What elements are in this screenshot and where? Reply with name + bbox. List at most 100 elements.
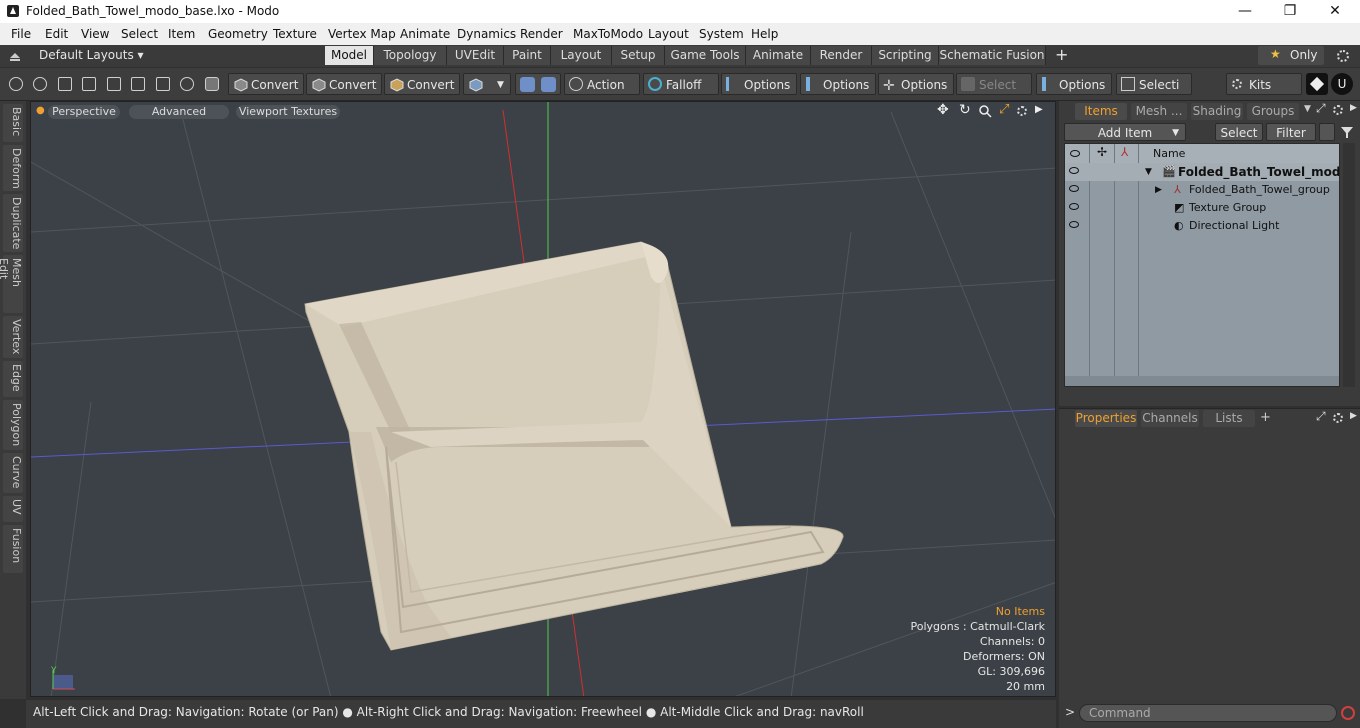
close-button[interactable]: ✕ bbox=[1312, 0, 1358, 23]
menu-select[interactable]: Select bbox=[121, 27, 158, 41]
selection-sets-button[interactable]: Selecti ... bbox=[1116, 73, 1192, 114]
tab-uvedit[interactable]: UVEdit bbox=[447, 46, 504, 65]
visibility-eye-icon[interactable] bbox=[1069, 167, 1079, 174]
sphere-select-icon[interactable] bbox=[33, 77, 47, 91]
material-mode-icon[interactable] bbox=[156, 77, 170, 91]
advanced-shading-button[interactable]: Advanced bbox=[129, 105, 229, 119]
tab-lists[interactable]: Lists bbox=[1203, 410, 1255, 427]
visibility-eye-icon[interactable] bbox=[1069, 185, 1079, 192]
options-button-4[interactable]: Options bbox=[1036, 73, 1112, 95]
tab-schematic-fusion[interactable]: Schematic Fusion bbox=[939, 46, 1046, 65]
add-tab-button[interactable]: + bbox=[1260, 410, 1271, 425]
panel-arrow-icon[interactable]: ▶ bbox=[1350, 103, 1357, 113]
zoom-icon[interactable] bbox=[979, 105, 992, 118]
options-button-1[interactable]: Options bbox=[721, 73, 797, 95]
menu-layout[interactable]: Layout bbox=[648, 27, 689, 41]
vtab-uv[interactable]: UV bbox=[3, 496, 23, 522]
menu-item[interactable]: Item bbox=[168, 27, 195, 41]
only-toggle[interactable]: ★ Only bbox=[1258, 46, 1324, 65]
layout-settings-gear-icon[interactable] bbox=[1337, 50, 1349, 62]
tree-row-group[interactable]: ▶ ⅄ Folded_Bath_Towel_group bbox=[1065, 181, 1339, 199]
tab-groups[interactable]: Groups bbox=[1247, 103, 1299, 120]
panel-expand-icon[interactable]: ⤢ bbox=[1316, 101, 1326, 116]
tree-vertical-scrollbar[interactable] bbox=[1343, 143, 1355, 387]
minimize-button[interactable]: — bbox=[1222, 0, 1268, 23]
vtab-fusion[interactable]: Fusion bbox=[3, 525, 23, 573]
convert-button-2[interactable]: Convert bbox=[306, 73, 382, 95]
menu-edit[interactable]: Edit bbox=[45, 27, 68, 41]
action-center-button[interactable]: Action ... bbox=[564, 73, 640, 114]
options-button-3[interactable]: ✛ Options bbox=[878, 73, 954, 95]
rotate-icon[interactable]: ↻ bbox=[959, 102, 971, 118]
record-macro-icon[interactable] bbox=[1341, 706, 1355, 720]
menu-texture[interactable]: Texture bbox=[273, 27, 317, 41]
tab-layout[interactable]: Layout bbox=[551, 46, 612, 65]
item-mode-icon[interactable] bbox=[131, 77, 145, 91]
viewport-dot-icon[interactable]: ● bbox=[36, 105, 45, 116]
shaded-cube-icon[interactable] bbox=[205, 77, 219, 91]
menu-file[interactable]: File bbox=[11, 27, 31, 41]
convert-button-1[interactable]: Convert bbox=[228, 73, 304, 95]
maximize-viewport-icon[interactable]: ⤢ bbox=[999, 102, 1009, 117]
folded-towel-model[interactable] bbox=[304, 241, 844, 651]
expand-arrow-icon[interactable]: ▼ bbox=[1145, 163, 1152, 181]
menu-maxtomodo[interactable]: MaxToModo bbox=[573, 27, 643, 41]
tree-row-directional-light[interactable]: ◐ Directional Light bbox=[1065, 217, 1339, 235]
vtab-mesh-edit[interactable]: Mesh Edit bbox=[0, 255, 23, 313]
visibility-eye-icon[interactable] bbox=[1069, 203, 1079, 210]
item-tree[interactable]: ✢ ⅄ Name ▼ 🎬 Folded_Bath_Towel_modo... ▶… bbox=[1064, 143, 1340, 387]
axes-column-icon[interactable]: ⅄ bbox=[1121, 145, 1128, 159]
tab-mesh[interactable]: Mesh ... bbox=[1131, 103, 1187, 120]
lock-column-icon[interactable]: ✢ bbox=[1097, 145, 1107, 159]
select-through-button[interactable]: Select T... bbox=[956, 73, 1032, 114]
add-tab-button[interactable]: + bbox=[1055, 45, 1068, 64]
edge-select-icon[interactable] bbox=[107, 77, 121, 91]
tab-render[interactable]: Render bbox=[811, 46, 872, 65]
menu-view[interactable]: View bbox=[81, 27, 109, 41]
kits-button[interactable]: Kits bbox=[1226, 73, 1302, 95]
panel-expand-icon[interactable]: ⤢ bbox=[1316, 409, 1326, 424]
convert-button-3[interactable]: Convert bbox=[384, 73, 460, 95]
layout-collapse-icon[interactable] bbox=[9, 50, 21, 62]
tab-game-tools[interactable]: Game Tools bbox=[665, 46, 746, 65]
panel-arrow-icon[interactable]: ▶ bbox=[1350, 411, 1357, 421]
properties-panel-gear-icon[interactable] bbox=[1333, 413, 1343, 423]
tab-channels[interactable]: Channels bbox=[1141, 410, 1199, 427]
tab-properties[interactable]: Properties bbox=[1075, 410, 1137, 427]
vtab-duplicate[interactable]: Duplicate bbox=[3, 194, 23, 252]
default-layouts-dropdown[interactable]: Default Layouts ▾ bbox=[39, 48, 144, 62]
menu-system[interactable]: System bbox=[699, 27, 744, 41]
menu-vertex-map[interactable]: Vertex Map bbox=[328, 27, 396, 41]
command-input[interactable]: Command bbox=[1079, 704, 1337, 722]
viewport-menu-arrow-icon[interactable]: ▶ bbox=[1035, 104, 1043, 115]
panel-menu-chevron-icon[interactable]: ▼ bbox=[1304, 104, 1311, 114]
tab-setup[interactable]: Setup bbox=[612, 46, 665, 65]
filter-button[interactable]: Filter bbox=[1266, 123, 1316, 141]
vtab-vertex[interactable]: Vertex bbox=[3, 316, 23, 358]
viewport-scene[interactable] bbox=[31, 102, 1056, 697]
polygon-tool-icon[interactable] bbox=[82, 77, 96, 91]
tree-row-texture-group[interactable]: ◩ Texture Group bbox=[1065, 199, 1339, 217]
menu-dynamics[interactable]: Dynamics bbox=[457, 27, 516, 41]
visibility-eye-icon[interactable] bbox=[1069, 221, 1079, 228]
viewport-settings-gear-icon[interactable] bbox=[1017, 106, 1027, 116]
filter-funnel-icon[interactable] bbox=[1340, 125, 1354, 139]
pivot-mode-icon[interactable] bbox=[180, 77, 194, 91]
mesh-type-dropdown[interactable]: ▼ bbox=[463, 73, 511, 95]
tab-model[interactable]: Model bbox=[325, 46, 374, 65]
vtab-basic[interactable]: Basic bbox=[3, 104, 23, 142]
falloff-button[interactable]: Falloff bbox=[643, 73, 719, 95]
tab-topology[interactable]: Topology bbox=[374, 46, 447, 65]
tab-shading[interactable]: Shading bbox=[1191, 103, 1243, 120]
tab-items[interactable]: Items bbox=[1075, 103, 1127, 120]
vertex-select-icon[interactable] bbox=[9, 77, 23, 91]
vtab-edge[interactable]: Edge bbox=[3, 361, 23, 397]
visibility-column-eye-icon[interactable] bbox=[1070, 150, 1080, 157]
select-button[interactable]: Select bbox=[1215, 123, 1263, 141]
collapse-toggle-icon[interactable] bbox=[1319, 123, 1335, 141]
expand-arrow-icon[interactable]: ▶ bbox=[1155, 181, 1162, 199]
tab-animate[interactable]: Animate bbox=[746, 46, 811, 65]
menu-geometry[interactable]: Geometry bbox=[208, 27, 268, 41]
menu-animate[interactable]: Animate bbox=[400, 27, 450, 41]
symmetry-buttons[interactable] bbox=[515, 73, 561, 95]
